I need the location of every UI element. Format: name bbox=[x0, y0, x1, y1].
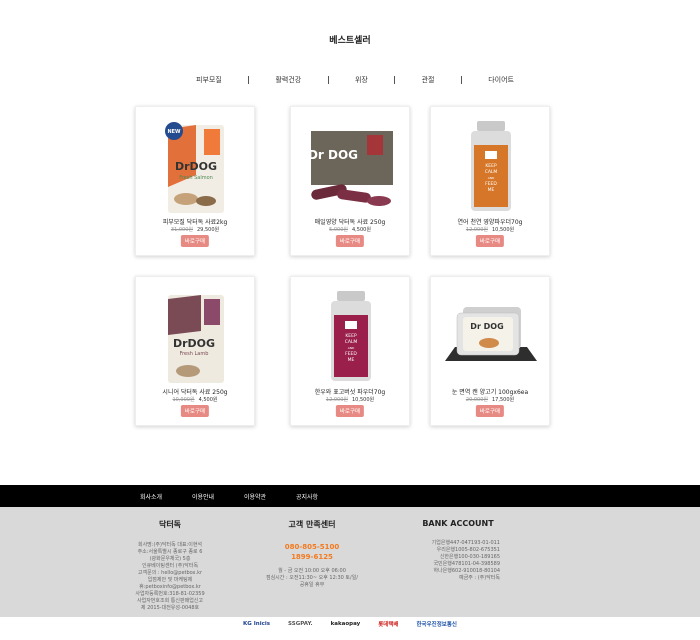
buy-now-button[interactable]: 바로구매 bbox=[335, 235, 365, 247]
product-prices: 10,000원 4,500원 bbox=[172, 397, 218, 403]
product-card-6[interactable]: Dr DOG 눈 면역 캔 양고기 100gx6ea 20,000원 17,500… bbox=[430, 276, 550, 426]
cs-title: 고객 만족센터 bbox=[288, 520, 336, 529]
product-prices: 5,000원 4,500원 bbox=[329, 227, 371, 233]
product-card-2[interactable]: Dr DOG 매일영양 닥터독 사료 250g 5,000원 4,500원 바로구… bbox=[290, 106, 410, 256]
svg-text:KEEP: KEEP bbox=[485, 163, 497, 169]
svg-text:FEED: FEED bbox=[485, 181, 497, 187]
tab-vitality[interactable]: 활력건강 bbox=[269, 75, 307, 85]
product-card-4[interactable]: DrDOG Fresh Lamb 시니어 닥터독 사료 250g 10,000원… bbox=[135, 276, 255, 426]
svg-text:FEED: FEED bbox=[345, 351, 357, 357]
svg-text:ME: ME bbox=[348, 357, 355, 363]
buy-now-button[interactable]: 바로구매 bbox=[180, 405, 210, 417]
product-image-treat-box[interactable]: Dr DOG bbox=[301, 115, 401, 215]
brand-text: Dr DOG bbox=[308, 148, 358, 162]
product-image-kibble-bag-lamb[interactable]: DrDOG Fresh Lamb bbox=[146, 285, 246, 385]
ssgpay-logo: SSGPAY. bbox=[288, 621, 313, 627]
kakaopay-logo: kakaopay bbox=[330, 621, 361, 627]
product-card-5[interactable]: KEEP CALM AND FEED ME 한우와 표고버섯 파우더70g 12… bbox=[290, 276, 410, 426]
lotte-logo: 롯데택배 bbox=[378, 622, 399, 628]
svg-text:CALM: CALM bbox=[345, 339, 358, 345]
footer-link-terms[interactable]: 이용약관 bbox=[229, 492, 281, 501]
product-prices: 12,000원 10,500원 bbox=[465, 227, 515, 233]
payment-logos: KG Inicis SSGPAY. kakaopay 롯데택배 한국우진정보통신 bbox=[0, 620, 700, 628]
new-badge: NEW bbox=[167, 129, 181, 135]
svg-text:AND: AND bbox=[488, 176, 495, 180]
product-name[interactable]: 시니어 닥터독 사료 250g bbox=[136, 387, 254, 396]
brand-text: Dr DOG bbox=[470, 322, 503, 331]
section-title: 베스트셀러 bbox=[329, 36, 371, 46]
category-tabs: 피부모질 활력건강 위장 관절 다이어트 bbox=[190, 75, 520, 85]
footer-link-about[interactable]: 회사소개 bbox=[125, 492, 177, 501]
product-prices: 20,000원 17,500원 bbox=[465, 397, 515, 403]
tab-diet[interactable]: 다이어트 bbox=[482, 75, 520, 85]
svg-text:KEEP: KEEP bbox=[345, 333, 357, 339]
tab-divider bbox=[248, 76, 250, 84]
brand-text: DrDOG bbox=[175, 160, 217, 173]
bank-title: BANK ACCOUNT bbox=[422, 519, 494, 528]
product-prices: 31,000원 29,500원 bbox=[170, 227, 220, 233]
product-card-3[interactable]: KEEP CALM AND FEED ME 연어 천연 영양파우더70g 12,… bbox=[430, 106, 550, 256]
company-title: 닥터독 bbox=[158, 520, 182, 529]
product-prices: 12,000원 10,500원 bbox=[325, 397, 375, 403]
svg-text:Fresh Salmon: Fresh Salmon bbox=[179, 175, 213, 181]
footer-company: 닥터독 회사명:(주)닥터독 대표:이현석 주소:서울특별시 종로구 종로 6 … bbox=[120, 519, 220, 612]
brand-text: DrDOG bbox=[173, 337, 215, 350]
footer-customer-center: 고객 만족센터 080-805-5100 1899-6125 월 - 금 오전 … bbox=[262, 519, 362, 589]
tab-divider bbox=[327, 76, 329, 84]
footer-link-notice[interactable]: 공지사항 bbox=[281, 492, 333, 501]
product-name[interactable]: 한우와 표고버섯 파우더70g bbox=[291, 387, 409, 396]
footer-nav: 회사소개 이용안내 이용약관 공지사항 bbox=[0, 485, 700, 507]
footer: 닥터독 회사명:(주)닥터독 대표:이현석 주소:서울특별시 종로구 종로 6 … bbox=[0, 507, 700, 617]
tab-divider bbox=[394, 76, 396, 84]
buy-now-button[interactable]: 바로구매 bbox=[335, 405, 365, 417]
product-name[interactable]: 피부모질 닥터독 사료2kg bbox=[136, 217, 254, 226]
footer-bank-account: BANK ACCOUNT 기업은행447-047193-01-011 우리은행1… bbox=[408, 519, 508, 582]
product-name[interactable]: 매일영양 닥터독 사료 250g bbox=[291, 217, 409, 226]
buy-now-button[interactable]: 바로구매 bbox=[475, 405, 505, 417]
product-name[interactable]: 눈 면역 캔 양고기 100gx6ea bbox=[431, 387, 549, 396]
cs-phone[interactable]: 080-805-5100 bbox=[262, 542, 362, 552]
tab-skin-coat[interactable]: 피부모질 bbox=[190, 75, 228, 85]
hanguk-logo: 한국우진정보통신 bbox=[416, 622, 457, 628]
product-name[interactable]: 연어 천연 영양파우더70g bbox=[431, 217, 549, 226]
product-image-kibble-bag[interactable]: DrDOG Fresh Salmon NEW bbox=[146, 115, 246, 215]
svg-text:ME: ME bbox=[488, 187, 495, 193]
svg-text:CALM: CALM bbox=[485, 169, 498, 175]
product-image-powder-jar-orange[interactable]: KEEP CALM AND FEED ME bbox=[441, 115, 541, 215]
buy-now-button[interactable]: 바로구매 bbox=[475, 235, 505, 247]
footer-link-guide[interactable]: 이용안내 bbox=[177, 492, 229, 501]
cs-phone[interactable]: 1899-6125 bbox=[262, 552, 362, 562]
product-image-powder-jar-purple[interactable]: KEEP CALM AND FEED ME bbox=[301, 285, 401, 385]
product-image-can-tray[interactable]: Dr DOG bbox=[441, 285, 541, 385]
svg-text:Fresh Lamb: Fresh Lamb bbox=[180, 351, 209, 357]
product-card-1[interactable]: DrDOG Fresh Salmon NEW 피부모질 닥터독 사료2kg 31… bbox=[135, 106, 255, 256]
svg-text:AND: AND bbox=[348, 346, 355, 350]
tab-divider bbox=[460, 76, 462, 84]
kg-inicis-logo: KG Inicis bbox=[243, 621, 271, 627]
buy-now-button[interactable]: 바로구매 bbox=[180, 235, 210, 247]
tab-joint[interactable]: 관절 bbox=[416, 75, 441, 85]
tab-stomach[interactable]: 위장 bbox=[349, 75, 374, 85]
